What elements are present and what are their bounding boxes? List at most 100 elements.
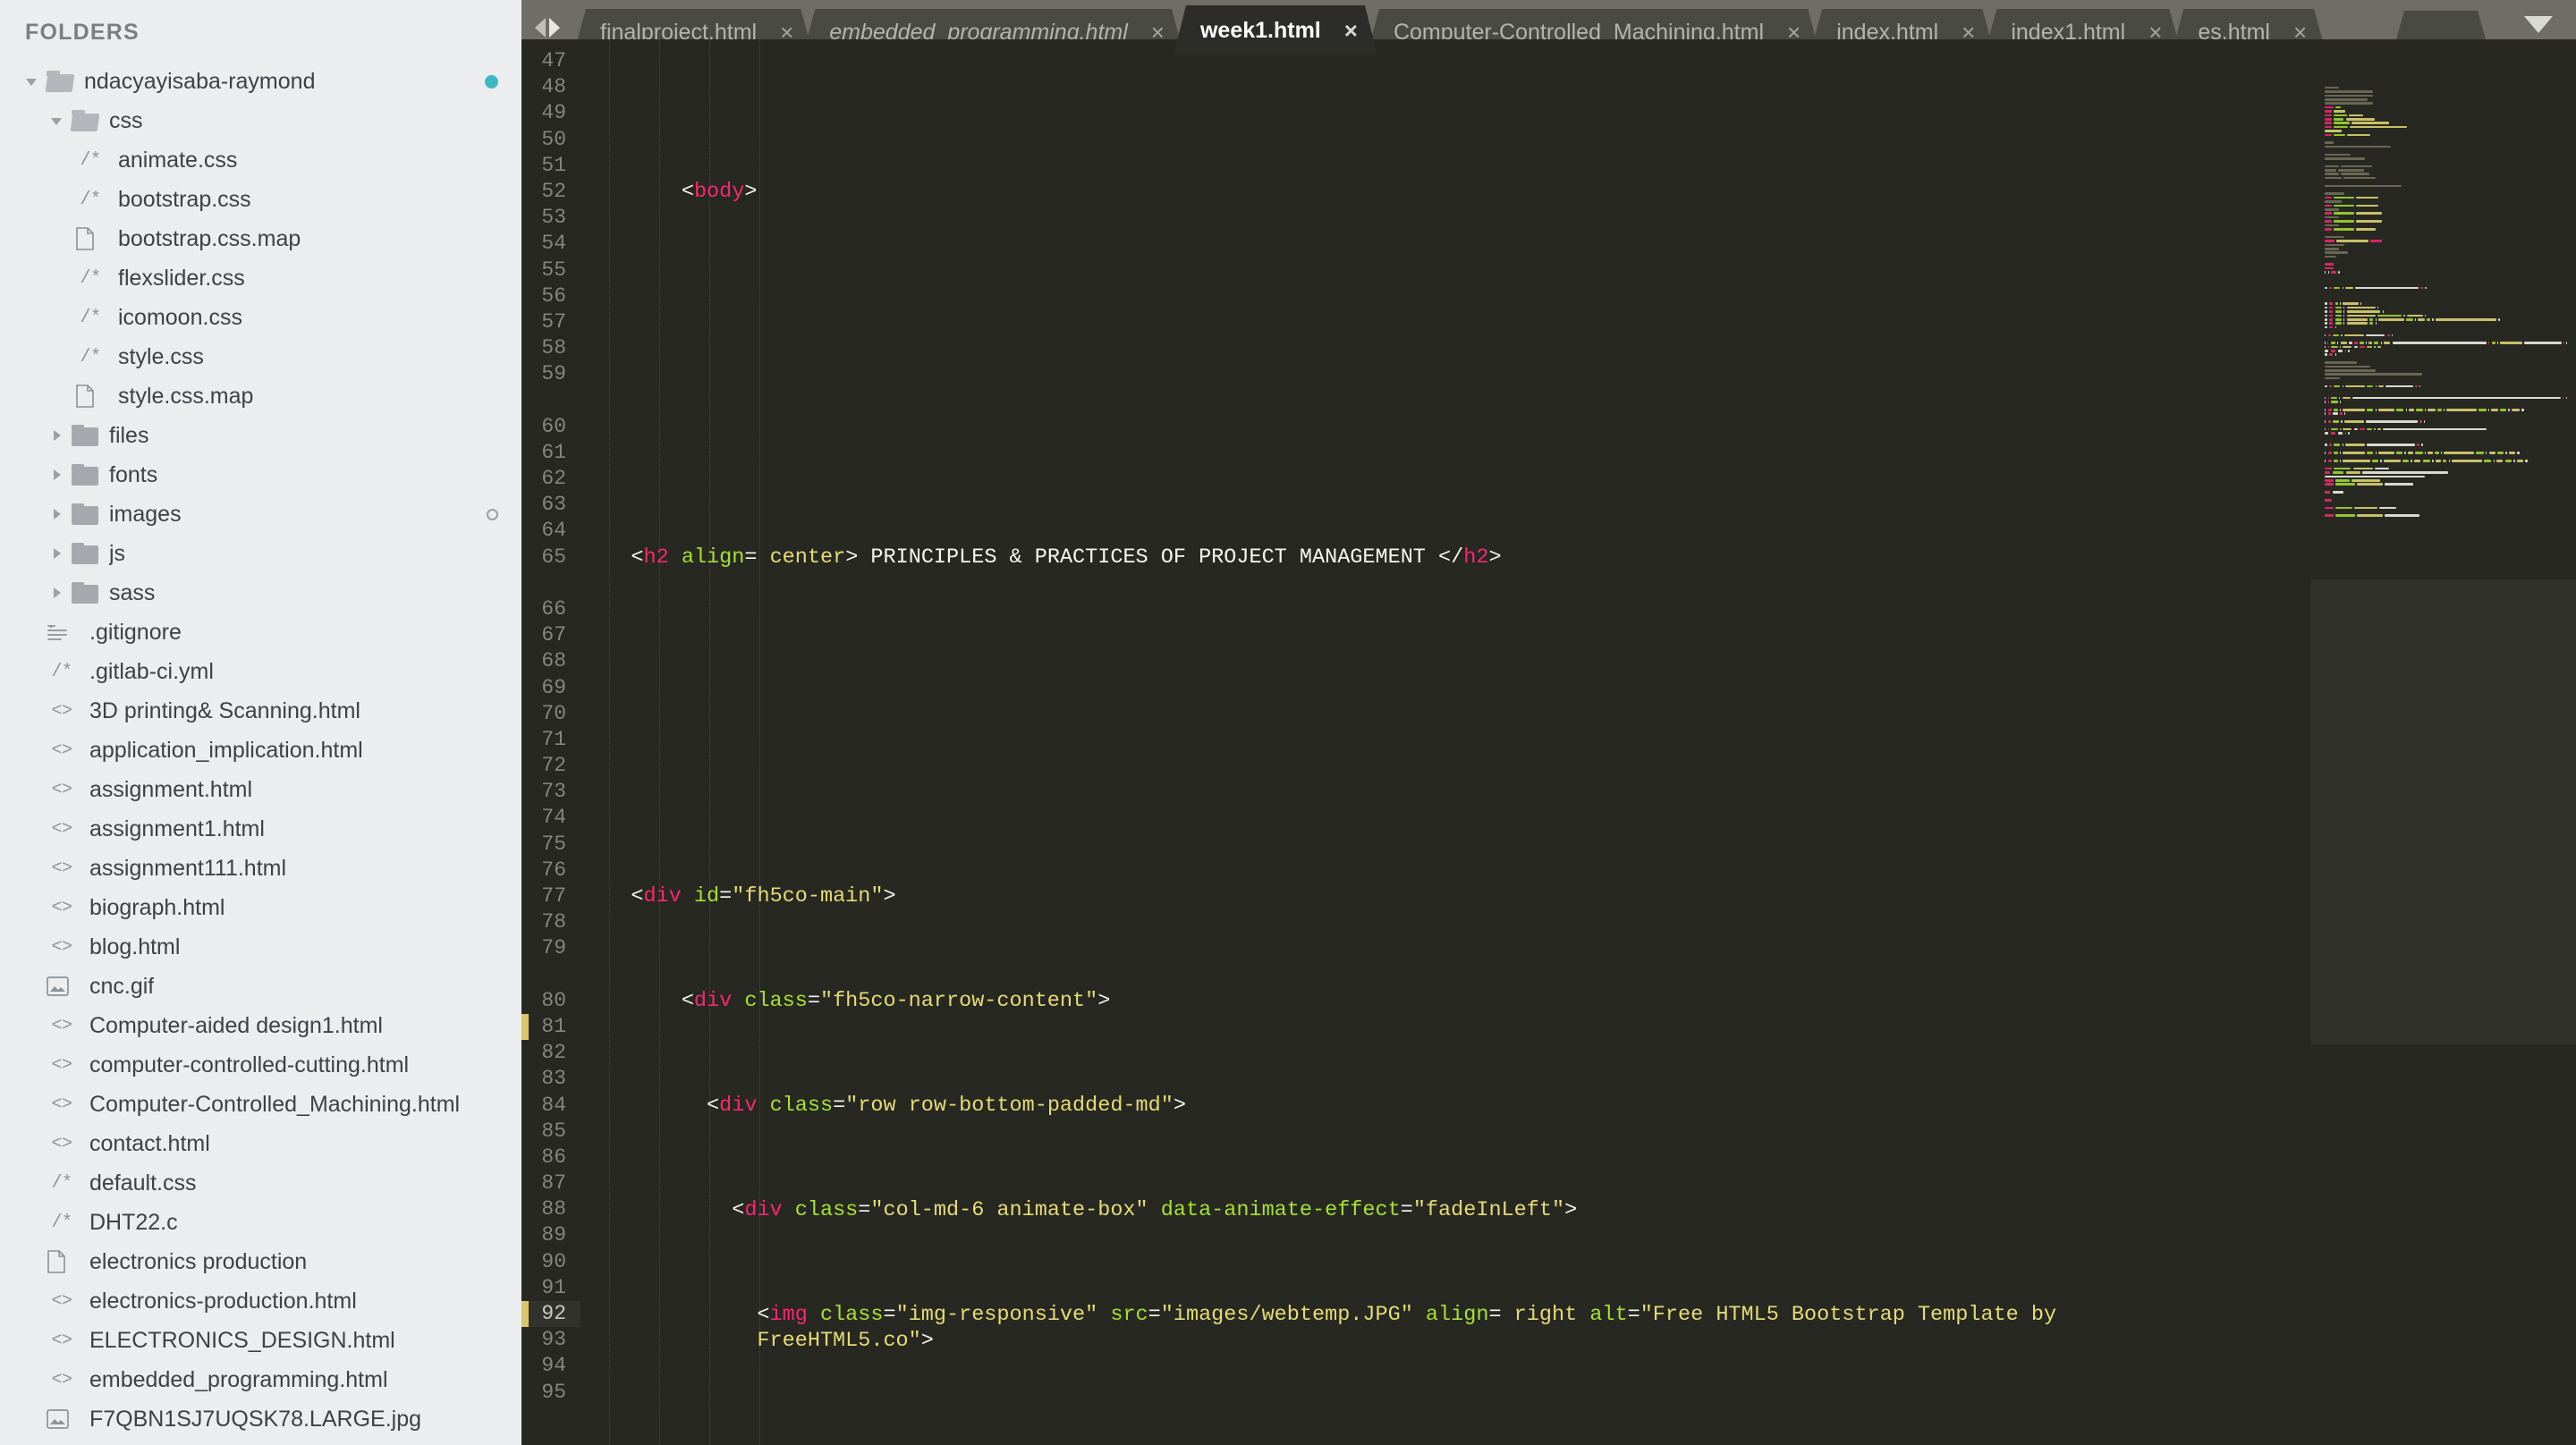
chevron-right-icon[interactable]: [47, 544, 66, 563]
line-number-63: 63: [541, 493, 566, 517]
sidebar-item-label: blog.html: [89, 934, 181, 959]
sidebar-file-tree[interactable]: FOLDERS ndacyayisaba-raymond css /* animat…: [0, 0, 521, 1445]
sidebar-item-style-css[interactable]: /* style.css: [0, 337, 521, 376]
sidebar-item-label: fonts: [109, 461, 158, 487]
sidebar-item-computer-aided-design1-html[interactable]: <> Computer-aided design1.html: [0, 1006, 521, 1045]
line-number-84: 84: [541, 1093, 566, 1117]
line-number-67: 67: [541, 623, 566, 647]
line-number-65: 65: [541, 545, 566, 569]
minimap-line: [2383, 346, 2389, 349]
chevron-right-icon[interactable]: [47, 583, 66, 603]
sidebar-item-gitlab-ci-yml[interactable]: /* .gitlab-ci.yml: [0, 652, 521, 691]
sidebar-folder-label: ndacyayisaba-raymond: [84, 68, 316, 94]
chevron-right-icon[interactable]: [47, 465, 66, 485]
sidebar-item-css[interactable]: css: [0, 101, 521, 140]
line-number-90: 90: [541, 1249, 566, 1273]
sidebar-item-electronics-production-html[interactable]: <> electronics-production.html: [0, 1281, 521, 1321]
tab-week1-html[interactable]: week1.html ×: [1174, 5, 1377, 55]
sidebar-item-animate-css[interactable]: /* animate.css: [0, 140, 521, 180]
sidebar-item-images[interactable]: images: [0, 494, 521, 534]
sidebar-item-label: css: [109, 107, 143, 133]
sidebar-item-blog-html[interactable]: <> blog.html: [0, 927, 521, 967]
sidebar-item-f7qbn1sj7uqsk78-large-jpg[interactable]: F7QBN1SJ7UQSK78.LARGE.jpg: [0, 1399, 521, 1439]
line-number-60: 60: [541, 414, 566, 438]
chevron-down-icon[interactable]: [47, 111, 66, 131]
sidebar-item-computer-controlled-cutting-html[interactable]: <> computer-controlled-cutting.html: [0, 1045, 521, 1085]
sidebar-item-label: bootstrap.css.map: [118, 225, 301, 251]
css-comment-icon: /*: [51, 1212, 72, 1233]
code-line-51: <h2 align= center> PRINCIPLES & PRACTICE…: [580, 545, 1502, 570]
sidebar-item-contact-html[interactable]: <> contact.html: [0, 1124, 521, 1163]
css-comment-icon: /*: [51, 1172, 72, 1194]
tab-close-icon[interactable]: ×: [1344, 19, 1358, 42]
code-editor[interactable]: 47 48 49 50 51 52 53 54 55 56 57 58 59 60 61 62 63 64 65 66…: [521, 39, 2576, 1445]
chevron-right-icon[interactable]: [47, 426, 66, 445]
sidebar-folder-root[interactable]: ndacyayisaba-raymond: [0, 62, 521, 101]
sidebar-item-electronics-design-html[interactable]: <> ELECTRONICS_DESIGN.html: [0, 1321, 521, 1360]
minimap-line: [2378, 322, 2404, 325]
document-icon: [75, 227, 106, 250]
sidebar-item-label: icomoon.css: [118, 304, 242, 330]
line-number-59: 59: [541, 362, 566, 386]
sidebar-item-computer-controlled-machining-html[interactable]: <> Computer-Controlled_Machining.html: [0, 1085, 521, 1124]
chevron-down-icon[interactable]: [21, 72, 41, 91]
sidebar-item-label: assignment1.html: [89, 815, 265, 841]
sidebar-item-fonts[interactable]: fonts: [0, 455, 521, 494]
folder-closed-icon: [72, 543, 98, 564]
line-number-85: 85: [541, 1119, 566, 1143]
sidebar-item-label: Computer-aided design1.html: [89, 1012, 383, 1038]
sidebar-item-bootstrap-css-map[interactable]: bootstrap.css.map: [0, 219, 521, 258]
sidebar-item-assignment111-html[interactable]: <> assignment111.html: [0, 849, 521, 888]
source-code-view[interactable]: <body> <h2 align= center> PRINCIPLES & P…: [580, 39, 2576, 1445]
code-line-58: <div class="col-md-6 animate-box" data-a…: [580, 1197, 1578, 1222]
tab-overflow-chevron-down-icon[interactable]: [2524, 16, 2553, 33]
sidebar-item-assignment-html[interactable]: <> assignment.html: [0, 770, 521, 809]
sidebar-item-label: flexslider.css: [118, 265, 245, 291]
sidebar-item-label: application_implication.html: [89, 737, 363, 763]
document-icon: [75, 384, 106, 408]
sidebar-item-list[interactable]: css /* animate.css /* bootstrap.css bootstrap…: [0, 101, 521, 1439]
document-icon: [47, 1250, 77, 1273]
code-minimap[interactable]: [2310, 79, 2576, 1445]
tab-prev-arrow-icon[interactable]: [535, 18, 546, 38]
sidebar-item-label: Computer-Controlled_Machining.html: [89, 1091, 461, 1117]
sidebar-item-cnc-gif[interactable]: cnc.gif: [0, 967, 521, 1006]
sidebar-item-application-implication-html[interactable]: <> application_implication.html: [0, 731, 521, 770]
folder-open-icon: [72, 110, 98, 131]
sidebar-item-assignment1-html[interactable]: <> assignment1.html: [0, 809, 521, 849]
sidebar-item-default-css[interactable]: /* default.css: [0, 1163, 521, 1203]
sidebar-item-label: DHT22.c: [89, 1209, 178, 1235]
chevron-right-icon[interactable]: [47, 504, 66, 524]
sidebar-item-dht22-c[interactable]: /* DHT22.c: [0, 1203, 521, 1242]
code-icon: <>: [51, 936, 72, 958]
sidebar-item-gitignore[interactable]: .gitignore: [0, 613, 521, 652]
folder-closed-icon: [72, 582, 98, 604]
sidebar-item-electronics-production[interactable]: electronics production: [0, 1242, 521, 1281]
sidebar-item-flexslider-css[interactable]: /* flexslider.css: [0, 258, 521, 298]
sublime-text-window: FOLDERS ndacyayisaba-raymond css /* animat…: [0, 0, 2576, 1445]
sidebar-item-js[interactable]: js: [0, 534, 521, 573]
code-icon: <>: [51, 897, 72, 918]
sidebar-item-biograph-html[interactable]: <> biograph.html: [0, 888, 521, 927]
line-number-71: 71: [541, 727, 566, 751]
sidebar-item-label: electronics-production.html: [89, 1288, 357, 1314]
sidebar-item-bootstrap-css[interactable]: /* bootstrap.css: [0, 180, 521, 219]
line-number-56: 56: [541, 283, 566, 308]
sidebar-item-3d-printing-scanning-html[interactable]: <> 3D printing& Scanning.html: [0, 691, 521, 731]
sidebar-item-sass[interactable]: sass: [0, 573, 521, 613]
sidebar-item-label: electronics production: [89, 1248, 308, 1274]
sidebar-item-label: .gitlab-ci.yml: [89, 658, 214, 684]
sidebar-item-label: assignment.html: [89, 776, 253, 802]
line-number-83: 83: [541, 1067, 566, 1091]
tab-next-arrow-icon[interactable]: [549, 18, 560, 38]
minimap-viewport[interactable]: [2310, 579, 2576, 1044]
sidebar-item-embedded-programming-html[interactable]: <> embedded_programming.html: [0, 1360, 521, 1399]
sidebar-item-icomoon-css[interactable]: /* icomoon.css: [0, 298, 521, 337]
sidebar-item-style-css-map[interactable]: style.css.map: [0, 376, 521, 416]
line-number-74: 74: [541, 806, 566, 830]
sidebar-heading: FOLDERS: [25, 20, 140, 45]
sidebar-item-files[interactable]: files: [0, 416, 521, 455]
sidebar-item-label: bootstrap.css: [118, 186, 251, 212]
line-number-82: 82: [541, 1041, 566, 1065]
